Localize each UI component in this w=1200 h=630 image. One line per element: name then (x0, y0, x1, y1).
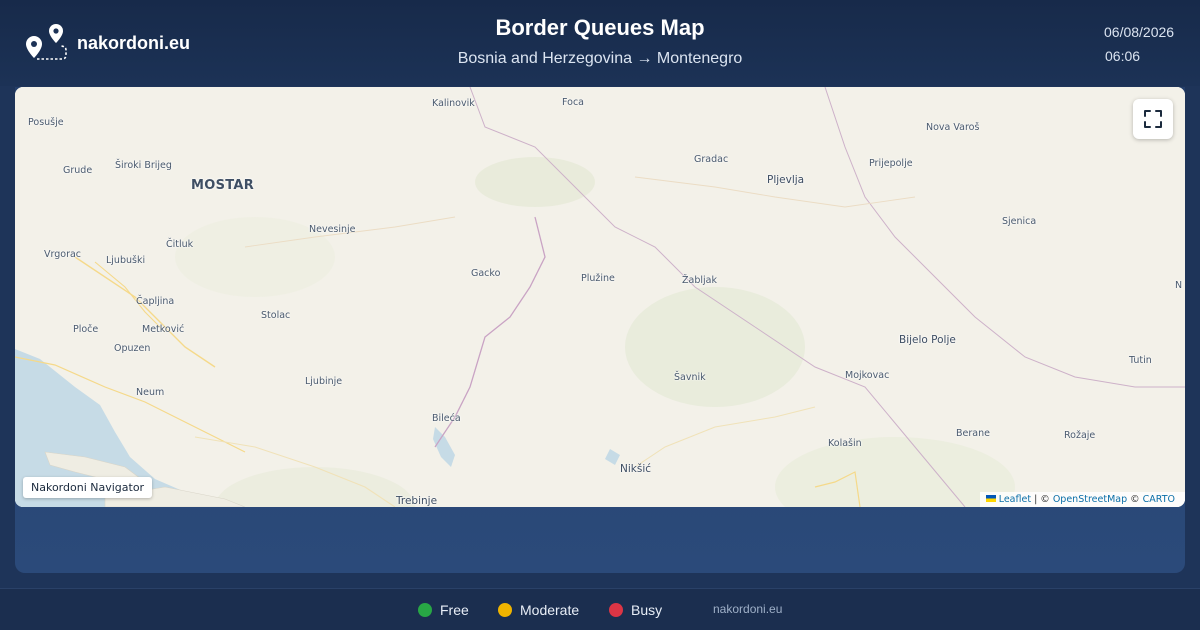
place-label: Čapljina (136, 296, 175, 307)
legend-label: Moderate (520, 602, 580, 618)
attribution-separator: | © (1031, 494, 1053, 505)
place-label: Grude (63, 165, 93, 176)
place-label: Metković (142, 324, 185, 335)
place-label: Gradac (694, 154, 729, 165)
place-label: Šavnik (674, 372, 706, 383)
place-label: Sjenica (1002, 216, 1037, 227)
legend-item-free: Free (418, 602, 469, 618)
place-label: Neum (136, 387, 165, 398)
route-subtitle: Bosnia and Herzegovina → Montenegro (457, 50, 743, 67)
navigator-label: Nakordoni Navigator (23, 477, 153, 498)
place-label: Široki Brijeg (115, 160, 172, 171)
map-base-layer (15, 87, 1185, 507)
place-label: Nevesinje (309, 224, 356, 235)
legend-label: Free (440, 602, 469, 618)
place-label: Nikšić (620, 463, 652, 475)
legend-label: Busy (631, 602, 663, 618)
header: nakordoni.eu Border Queues Map Bosnia an… (0, 0, 1200, 86)
fullscreen-button[interactable] (1133, 99, 1173, 139)
place-label: Ljubinje (305, 376, 343, 387)
place-label: Berane (956, 428, 990, 439)
place-label: N (1175, 280, 1183, 291)
place-label: Foca (562, 97, 584, 108)
attribution-separator: © (1127, 494, 1143, 505)
place-label: Ploče (73, 324, 99, 335)
footer: Free Moderate Busy nakordoni.eu (0, 588, 1200, 630)
leaflet-link[interactable]: Leaflet (999, 494, 1031, 505)
footer-site-link[interactable]: nakordoni.eu (713, 602, 782, 616)
place-label: Opuzen (114, 343, 151, 354)
place-label: Vrgorac (44, 249, 82, 260)
place-label: Mojkovac (845, 370, 890, 381)
place-label: Gacko (471, 268, 501, 279)
place-label: Tutin (1129, 355, 1152, 366)
place-label: Trebinje (396, 495, 438, 507)
map-attribution: Leaflet | © OpenStreetMap © CARTO (979, 492, 1185, 507)
place-label: Rožaje (1064, 430, 1096, 441)
busy-dot-icon (609, 603, 623, 617)
date-label: 06/08/2026 (1104, 24, 1175, 40)
place-label: Prijepolje (869, 158, 913, 169)
ukraine-flag-icon (985, 495, 996, 502)
page-title: Border Queues Map (495, 15, 705, 40)
place-label: Kalinovik (432, 98, 475, 109)
fullscreen-icon (1144, 110, 1162, 128)
place-label: Pljevlja (767, 174, 805, 186)
place-label: Bileća (432, 413, 461, 424)
place-label: Žabljak (682, 275, 717, 286)
place-label: Plužine (581, 273, 615, 284)
legend-item-busy: Busy (609, 602, 662, 618)
place-label: Posušje (28, 117, 64, 128)
free-dot-icon (418, 603, 432, 617)
map-view[interactable]: Kalinovik Foca Posušje Nova Varoš Grude … (15, 87, 1185, 507)
place-label: Bijelo Polje (899, 334, 956, 346)
place-label: Kolašin (828, 438, 862, 449)
place-label: Stolac (261, 310, 291, 321)
legend-item-moderate: Moderate (498, 602, 579, 618)
time-label: 06:06 (1105, 48, 1141, 64)
place-label: Nova Varoš (926, 122, 980, 133)
carto-link[interactable]: CARTO (1143, 494, 1175, 505)
place-label: Čitluk (166, 239, 194, 250)
place-label: Ljubuški (106, 255, 146, 266)
moderate-dot-icon (498, 603, 512, 617)
osm-link[interactable]: OpenStreetMap (1053, 494, 1127, 505)
place-label: MOSTAR (191, 178, 255, 193)
